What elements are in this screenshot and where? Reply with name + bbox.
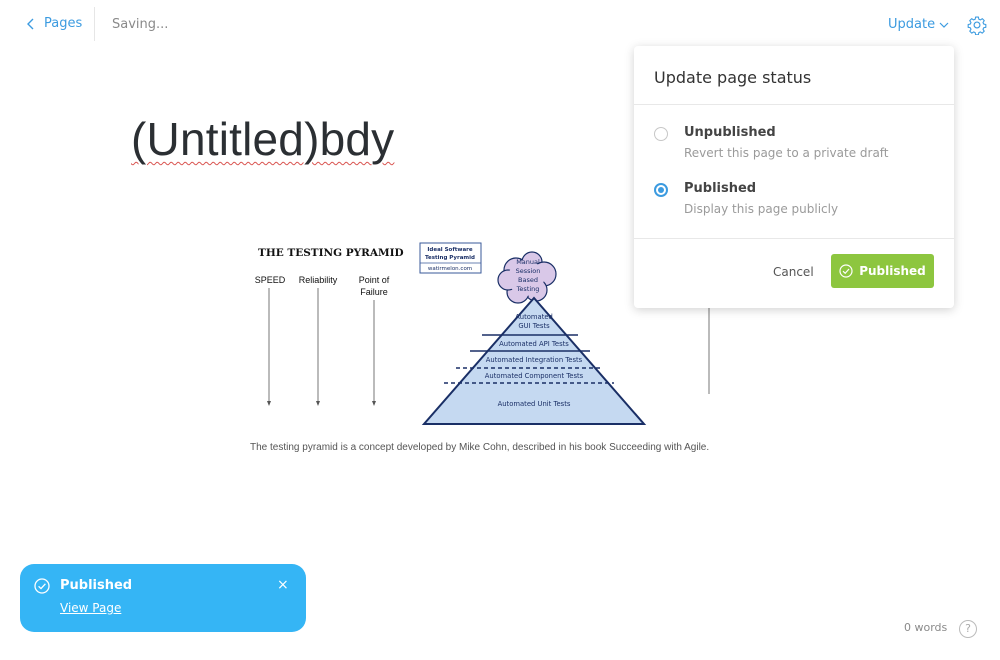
- option-description: Display this page publicly: [684, 202, 839, 216]
- update-label: Update: [888, 17, 936, 32]
- cloud-line3: Based: [518, 276, 538, 284]
- popover-divider: [634, 238, 954, 239]
- badge-line1: Ideal Software: [427, 247, 472, 253]
- cancel-button[interactable]: Cancel: [773, 265, 814, 279]
- option-label: Unpublished: [684, 125, 776, 140]
- toast-title: Published: [60, 578, 133, 593]
- cloud-line2: Session: [516, 267, 541, 275]
- unpublished-radio[interactable]: [654, 127, 668, 141]
- check-circle-icon: [839, 264, 853, 278]
- col-failure-1: Point of: [359, 275, 390, 285]
- cloud-line4: Testing: [516, 285, 540, 293]
- topbar-divider: [94, 7, 95, 41]
- save-status: Saving...: [112, 17, 169, 32]
- chevron-left-icon: [27, 18, 34, 29]
- page-title[interactable]: (Untitled)bdy: [131, 112, 394, 166]
- published-toast: Published View Page ×: [20, 564, 306, 632]
- figure-heading: THE TESTING PYRAMID: [258, 247, 404, 259]
- published-radio[interactable]: [654, 183, 668, 197]
- col-failure-2: Failure: [360, 287, 388, 297]
- image-caption: The testing pyramid is a concept develop…: [250, 442, 710, 453]
- cloud-line1: Manual: [516, 258, 540, 266]
- layer-component: Automated Component Tests: [485, 372, 584, 380]
- option-label: Published: [684, 181, 757, 196]
- popover-title: Update page status: [654, 68, 812, 87]
- published-button[interactable]: Published: [831, 254, 934, 288]
- back-to-pages-link[interactable]: Pages: [26, 16, 82, 31]
- close-icon[interactable]: ×: [277, 577, 289, 593]
- layer-unit: Automated Unit Tests: [498, 400, 571, 408]
- col-speed: SPEED: [255, 275, 286, 285]
- badge-line3: watirmelon.com: [428, 266, 472, 272]
- col-reliability: Reliability: [299, 275, 338, 285]
- layer-gui-1: Automated: [515, 313, 553, 321]
- view-page-link[interactable]: View Page: [60, 601, 121, 615]
- top-bar: Pages Saving... Update: [0, 0, 1000, 50]
- layer-gui-2: GUI Tests: [518, 322, 550, 330]
- option-description: Revert this page to a private draft: [684, 146, 889, 160]
- help-icon[interactable]: ?: [959, 620, 977, 638]
- gear-icon[interactable]: [967, 15, 987, 35]
- check-circle-icon: [34, 578, 50, 594]
- update-dropdown-button[interactable]: Update: [888, 17, 949, 32]
- update-status-popover: Update page status Unpublished Revert th…: [634, 46, 954, 308]
- chevron-down-icon: [939, 22, 949, 28]
- published-button-label: Published: [859, 264, 926, 278]
- popover-divider: [634, 104, 954, 105]
- back-label: Pages: [44, 16, 83, 31]
- layer-api: Automated API Tests: [499, 340, 569, 348]
- badge-line2: Testing Pyramid: [425, 255, 475, 261]
- word-count: 0 words: [904, 621, 948, 634]
- layer-integration: Automated Integration Tests: [486, 356, 583, 364]
